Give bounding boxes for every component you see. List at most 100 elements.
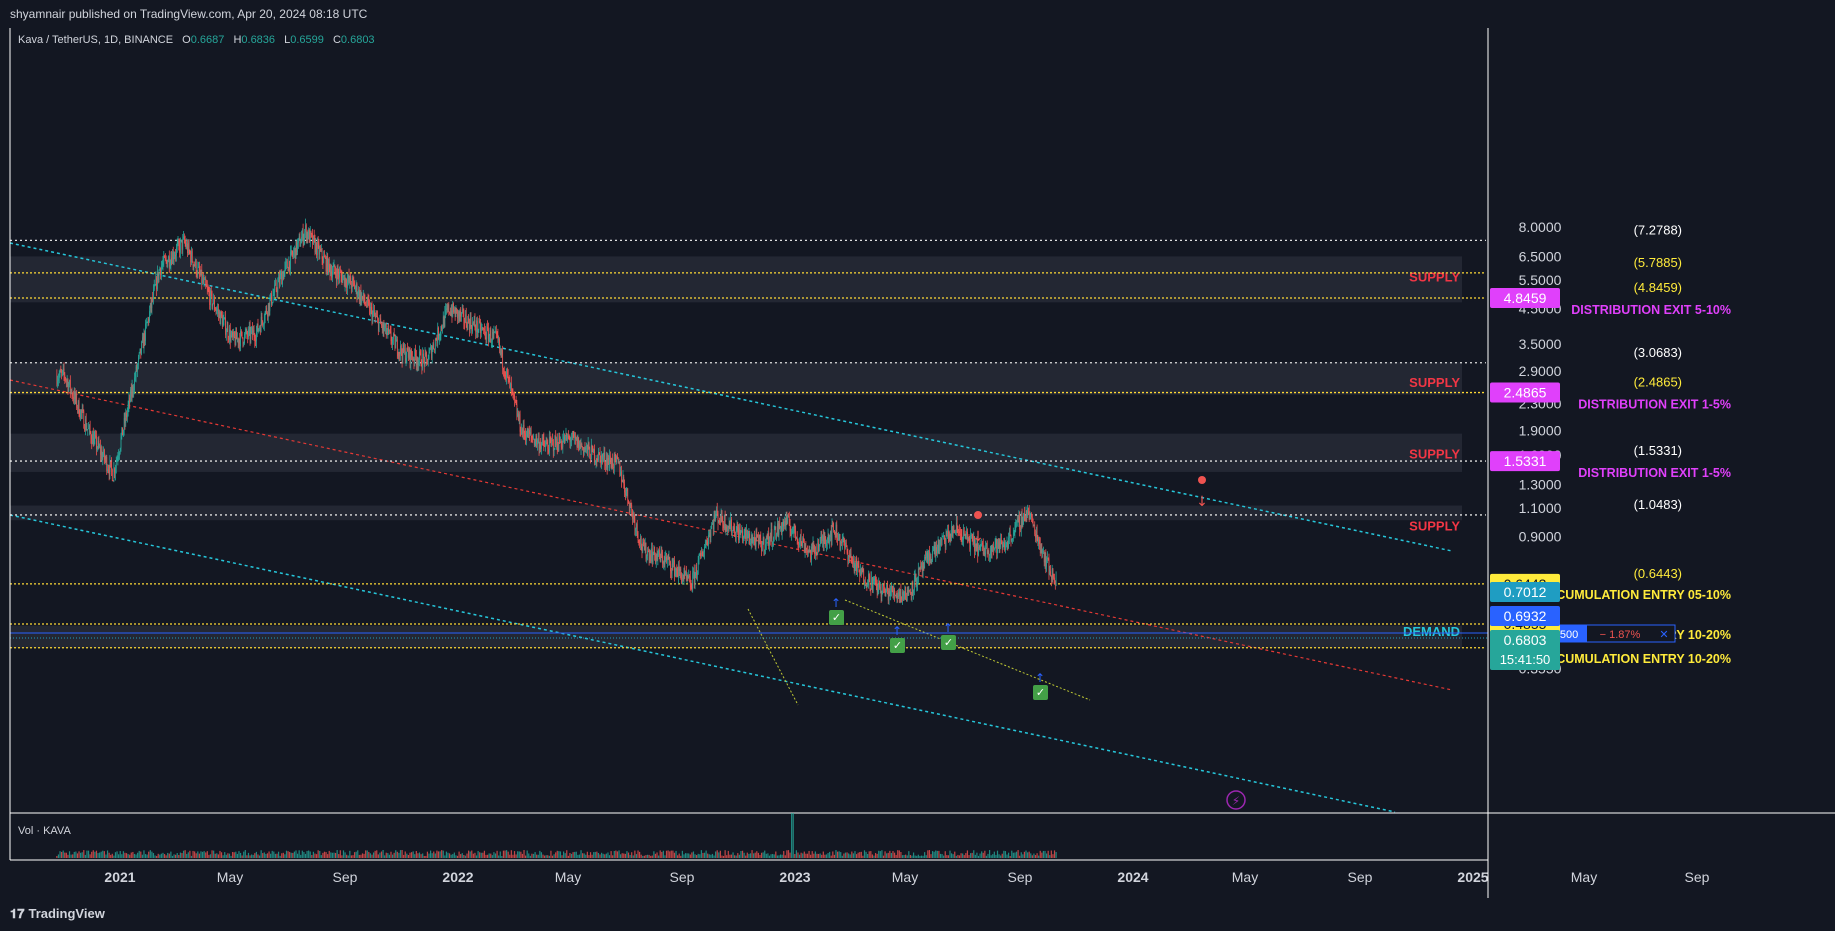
symbol-title[interactable]: Kava / TetherUS, 1D, BINANCE: [18, 34, 173, 46]
candle-body: [223, 318, 225, 321]
volume-bar: [773, 854, 775, 858]
volume-bar: [873, 855, 875, 858]
volume-bar: [825, 854, 828, 858]
candle-body: [685, 571, 687, 578]
volume-bar: [922, 855, 924, 858]
candle-body: [443, 316, 445, 327]
candle-body: [95, 435, 97, 437]
candle-body: [496, 332, 498, 335]
candle-body: [166, 260, 168, 267]
volume-bar: [135, 854, 137, 858]
candle-body: [1027, 508, 1028, 516]
candle-body: [286, 261, 288, 268]
volume-bar: [292, 852, 294, 858]
volume-bar: [167, 852, 169, 858]
candle-body: [653, 546, 655, 555]
candle-body: [708, 532, 710, 535]
volume-bar: [485, 854, 487, 858]
candle-body: [417, 361, 419, 366]
volume-bar: [635, 854, 638, 858]
candle-body: [577, 437, 579, 448]
candle-body: [293, 251, 294, 256]
candle-body: [891, 586, 893, 591]
candle-body: [390, 331, 392, 342]
candle-body: [631, 505, 633, 511]
candle-body: [625, 491, 627, 495]
price-chart[interactable]: SUPPLYSUPPLYSUPPLYSUPPLYDEMAND(7.2788)(5…: [0, 28, 1835, 898]
candle-body: [943, 535, 945, 537]
volume-bar: [1025, 850, 1027, 858]
candle-body: [549, 437, 550, 453]
candle-body: [552, 439, 553, 441]
volume-bar: [537, 854, 539, 858]
candle-body: [474, 319, 476, 328]
volume-bar: [860, 851, 862, 858]
volume-bar: [688, 853, 690, 858]
volume-bar: [182, 850, 185, 858]
candle-body: [823, 537, 825, 545]
candle-body: [195, 260, 197, 275]
candle-body: [134, 377, 136, 379]
candle-body: [669, 557, 671, 562]
candle-body: [982, 544, 984, 554]
candle-body: [503, 368, 504, 371]
volume-bar: [578, 854, 581, 858]
volume-bar: [1017, 850, 1019, 858]
candle-body: [103, 449, 104, 456]
volume-bar: [224, 852, 226, 858]
candle-body: [339, 271, 341, 273]
candle-body: [220, 311, 222, 324]
volume-bar: [315, 854, 318, 858]
candle-body: [875, 577, 876, 583]
candle-body: [92, 434, 93, 445]
candle-body: [471, 326, 473, 332]
volume-bar: [445, 851, 448, 858]
tradingview-brand[interactable]: 𝟏𝟕 TradingView: [10, 906, 105, 922]
volume-bar: [759, 854, 761, 858]
candle-body: [306, 232, 308, 240]
volume-bar: [407, 854, 410, 858]
volume-bar: [661, 851, 663, 858]
candle-body: [697, 559, 699, 573]
candle-body: [582, 446, 583, 448]
volume-bar: [640, 854, 642, 858]
candle-body: [570, 441, 572, 442]
candle-body: [271, 302, 273, 305]
candle-body: [1042, 551, 1043, 554]
candle-body: [1047, 558, 1048, 559]
candle-body: [227, 326, 229, 338]
volume-bar: [797, 852, 799, 858]
level-label: (1.5331): [1634, 443, 1682, 458]
candle-body: [128, 397, 130, 405]
candle-body: [317, 241, 318, 256]
candle-body: [877, 589, 879, 592]
volume-bar: [342, 850, 345, 858]
volume-bar: [925, 855, 927, 858]
candle-body: [1049, 571, 1051, 575]
candle-body: [305, 225, 307, 240]
candle-body: [654, 546, 656, 556]
candle-body: [254, 336, 256, 342]
candle-body: [838, 533, 840, 537]
volume-bar: [277, 851, 280, 858]
volume-bar: [399, 850, 402, 858]
candle-body: [1012, 538, 1013, 540]
volume-bar: [452, 854, 454, 858]
volume-bar: [715, 851, 717, 858]
volume-bar: [575, 851, 577, 858]
candle-body: [505, 376, 507, 378]
candle-body: [176, 244, 178, 248]
candle-body: [260, 316, 262, 333]
volume-bar: [664, 855, 666, 858]
candle-body: [66, 380, 68, 382]
volume-bar: [518, 851, 520, 858]
candle-body: [667, 558, 669, 560]
candle-body: [818, 543, 819, 552]
volume-bar: [320, 855, 322, 858]
candle-body: [378, 322, 380, 332]
candle-body: [240, 331, 241, 347]
x-tick-label: 2022: [442, 869, 473, 885]
candle-body: [498, 339, 500, 341]
volume-bar: [309, 851, 311, 858]
candle-body: [169, 264, 171, 267]
